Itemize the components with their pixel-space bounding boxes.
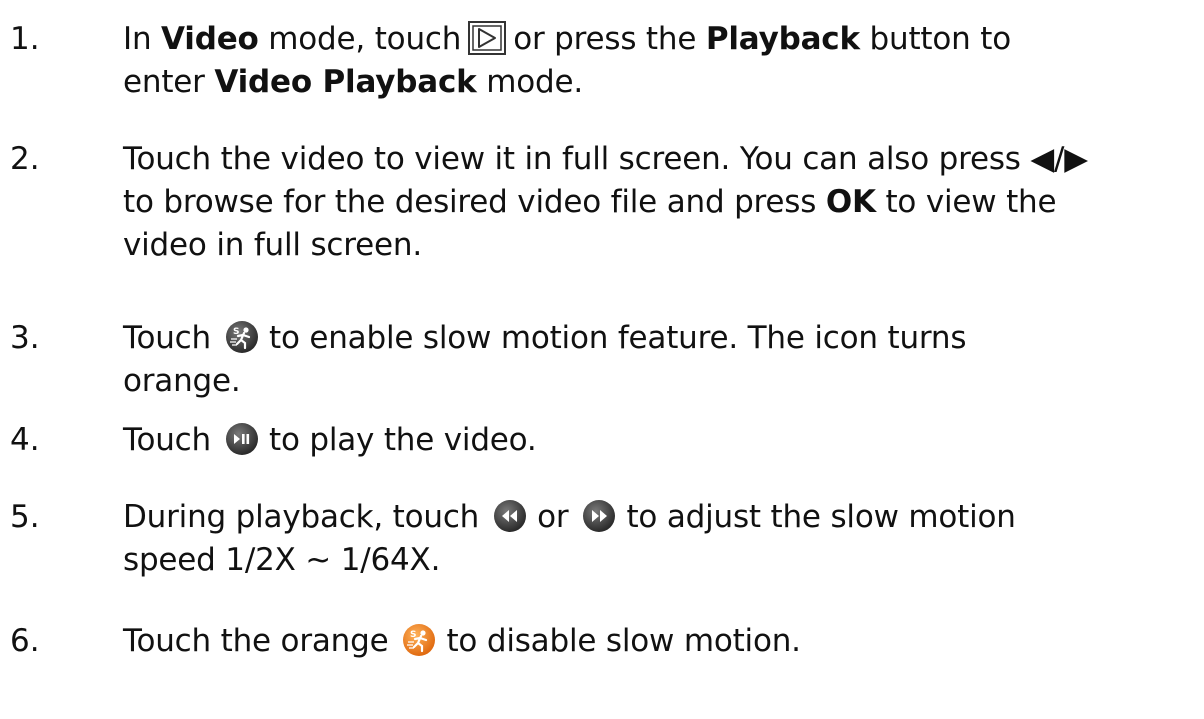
step-number: 4. [10,422,40,458]
step-text: In Video mode, touch or press the Playbac… [123,20,1011,100]
instruction-document: 1. In Video mode, touch or press the Play… [0,0,1204,719]
slow-motion-orange-icon: S [402,623,436,657]
step-number: 1. [10,21,40,57]
slow-motion-icon: S [225,320,259,354]
button-name: OK [825,184,876,220]
step-text: During playback, touch or to adjust the sl… [123,499,1016,578]
step-text: Touch to play the video. [123,422,537,458]
step-number: 5. [10,499,40,535]
play-pause-icon [225,422,259,456]
mode-name: Video [161,21,259,57]
step-number: 6. [10,623,40,659]
step-text: Touch Sto enable slow motion feature. The… [123,320,967,399]
mode-name: Video Playback [214,64,477,100]
playback-mode-icon [467,20,507,56]
rewind-icon [493,499,527,533]
step-text: Touch the video to view it in full scree… [123,141,1088,263]
step-number: 3. [10,320,40,356]
step-number: 2. [10,141,40,177]
button-name: Playback [705,21,860,57]
fast-forward-icon [582,499,616,533]
left-right-arrows: ◀/▶ [1030,141,1088,177]
step-text: Touch the orange Sto disable slow motion. [123,623,801,659]
